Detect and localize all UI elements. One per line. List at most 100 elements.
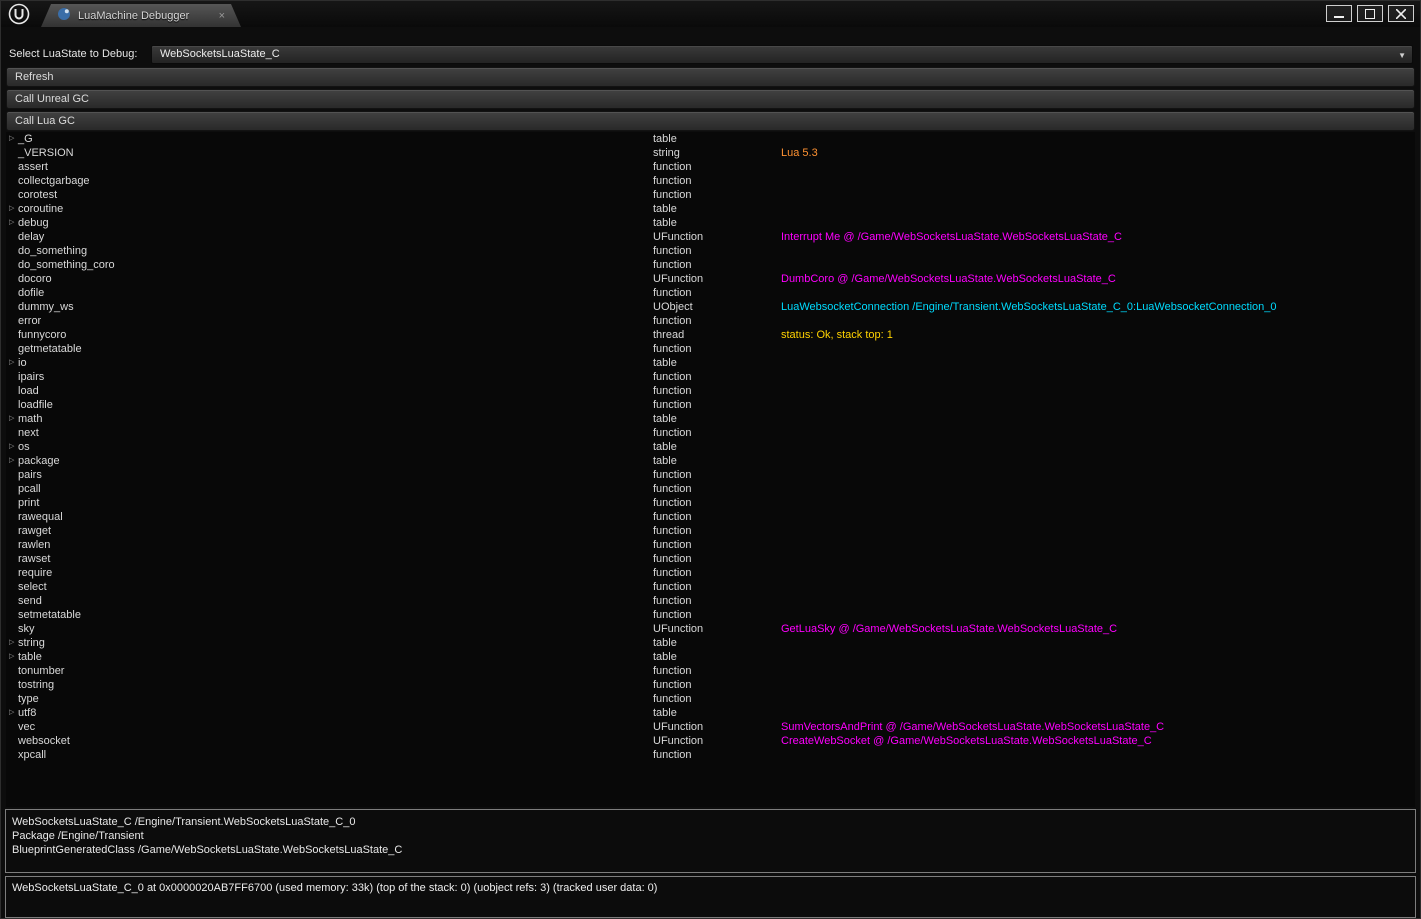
variable-type: function (653, 315, 692, 327)
variable-type: function (653, 175, 692, 187)
call-unreal-gc-button[interactable]: Call Unreal GC (6, 89, 1415, 109)
tree-row[interactable]: vec UFunction SumVectorsAndPrint @ /Game/W… (6, 720, 1415, 734)
tab-luamachine-debugger[interactable]: LuaMachine Debugger × (41, 4, 241, 27)
tree-row[interactable]: tostring function (6, 678, 1415, 692)
luamachine-icon (57, 7, 71, 24)
tree-row[interactable]: do_something function (6, 244, 1415, 258)
tree-row[interactable]: websocket UFunction CreateWebSocket @ /Gam… (6, 734, 1415, 748)
variable-name: rawequal (18, 511, 63, 523)
variable-name: sky (18, 623, 35, 635)
tree-row[interactable]: tonumber function (6, 664, 1415, 678)
tree-row[interactable]: rawget function (6, 524, 1415, 538)
tree-row[interactable]: assert function (6, 160, 1415, 174)
tree-row[interactable]: ▷ _G table (6, 132, 1415, 146)
detail-line: Package /Engine/Transient (12, 830, 144, 842)
tab-title: LuaMachine Debugger (78, 9, 190, 22)
variable-name: dummy_ws (18, 301, 74, 313)
variable-type: function (653, 511, 692, 523)
tree-row[interactable]: pairs function (6, 468, 1415, 482)
minimize-button[interactable] (1326, 5, 1352, 22)
variable-name: rawlen (18, 539, 51, 551)
variable-value: Interrupt Me @ /Game/WebSocketsLuaState.… (781, 231, 1122, 243)
variable-name: error (18, 315, 42, 327)
variable-name: select (18, 581, 47, 593)
variable-name: table (18, 651, 42, 663)
variable-value: SumVectorsAndPrint @ /Game/WebSocketsLua… (781, 721, 1165, 733)
variable-value: CreateWebSocket @ /Game/WebSocketsLuaSta… (781, 735, 1152, 747)
variable-type: function (653, 385, 692, 397)
variable-name: delay (18, 231, 45, 243)
variable-name: websocket (18, 735, 70, 747)
variable-type: table (653, 637, 677, 649)
variable-value: status: Ok, stack top: 1 (781, 329, 893, 341)
tree-row[interactable]: sky UFunction GetLuaSky @ /Game/WebSockets… (6, 622, 1415, 636)
tree-row[interactable]: error function (6, 314, 1415, 328)
maximize-button[interactable] (1357, 5, 1383, 22)
variable-type: function (653, 539, 692, 551)
variable-type: function (653, 469, 692, 481)
tree-row[interactable]: type function (6, 692, 1415, 706)
tree-row[interactable]: pcall function (6, 482, 1415, 496)
tree-row[interactable]: rawlen function (6, 538, 1415, 552)
close-button[interactable] (1388, 5, 1414, 22)
tree-row[interactable]: docoro UFunction DumbCoro @ /Game/WebSocke… (6, 272, 1415, 286)
variable-name: collectgarbage (18, 175, 90, 187)
tree-row[interactable]: funnycoro thread status: Ok, stack top: 1 (6, 328, 1415, 342)
variable-name: _G (18, 133, 33, 145)
tree-row[interactable]: ▷ math table (6, 412, 1415, 426)
luastate-dropdown[interactable]: WebSocketsLuaState_C ▼ (151, 45, 1413, 64)
status-text: WebSocketsLuaState_C_0 at 0x0000020AB7FF… (12, 882, 658, 894)
tree-row[interactable]: loadfile function (6, 398, 1415, 412)
refresh-button[interactable]: Refresh (6, 67, 1415, 87)
tree-row[interactable]: delay UFunction Interrupt Me @ /Game/WebSo… (6, 230, 1415, 244)
variable-type: function (653, 161, 692, 173)
variable-type: table (653, 441, 677, 453)
tree-row[interactable]: dofile function (6, 286, 1415, 300)
tree-row[interactable]: collectgarbage function (6, 174, 1415, 188)
tree-row[interactable]: rawequal function (6, 510, 1415, 524)
variable-type: UObject (653, 301, 693, 313)
variable-type: UFunction (653, 721, 704, 733)
variable-type: table (653, 413, 677, 425)
variable-type: UFunction (653, 735, 704, 747)
tree-row[interactable]: getmetatable function (6, 342, 1415, 356)
tree-row[interactable]: do_something_coro function (6, 258, 1415, 272)
tree-row[interactable]: send function (6, 594, 1415, 608)
variable-name: os (18, 441, 30, 453)
variable-type: function (653, 189, 692, 201)
tree-row[interactable]: ▷ io table (6, 356, 1415, 370)
tree-row[interactable]: setmetatable function (6, 608, 1415, 622)
variable-name: assert (18, 161, 48, 173)
variable-name: xpcall (18, 749, 47, 761)
variable-type: function (653, 679, 692, 691)
tree-row[interactable]: ▷ utf8 table (6, 706, 1415, 720)
tree-row[interactable]: select function (6, 580, 1415, 594)
variable-name: setmetatable (18, 609, 81, 621)
variable-name: math (18, 413, 43, 425)
variable-name: corotest (18, 189, 58, 201)
tree-row[interactable]: rawset function (6, 552, 1415, 566)
title-bar: LuaMachine Debugger × (1, 1, 1420, 27)
tab-close-icon[interactable]: × (219, 10, 225, 22)
variable-name: utf8 (18, 707, 37, 719)
call-lua-gc-button[interactable]: Call Lua GC (6, 111, 1415, 131)
tree-row[interactable]: require function (6, 566, 1415, 580)
variable-type: table (653, 651, 677, 663)
tree-row[interactable]: ▷ coroutine table (6, 202, 1415, 216)
tree-row[interactable]: print function (6, 496, 1415, 510)
tree-row[interactable]: ipairs function (6, 370, 1415, 384)
tree-row[interactable]: ▷ string table (6, 636, 1415, 650)
tree-row[interactable]: ▷ table table (6, 650, 1415, 664)
tree-row[interactable]: xpcall function (6, 748, 1415, 762)
tree-row[interactable]: ▷ debug table (6, 216, 1415, 230)
tree-row[interactable]: ▷ os table (6, 440, 1415, 454)
tree-row[interactable]: _VERSION string Lua 5.3 (6, 146, 1415, 160)
variable-type: function (653, 427, 692, 439)
variable-name: funnycoro (18, 329, 67, 341)
tree-row[interactable]: load function (6, 384, 1415, 398)
tree-row[interactable]: next function (6, 426, 1415, 440)
tree-row[interactable]: ▷ package table (6, 454, 1415, 468)
tree-row[interactable]: corotest function (6, 188, 1415, 202)
tree-row[interactable]: dummy_ws UObject LuaWebsocketConnection /E… (6, 300, 1415, 314)
variable-name: string (18, 637, 45, 649)
